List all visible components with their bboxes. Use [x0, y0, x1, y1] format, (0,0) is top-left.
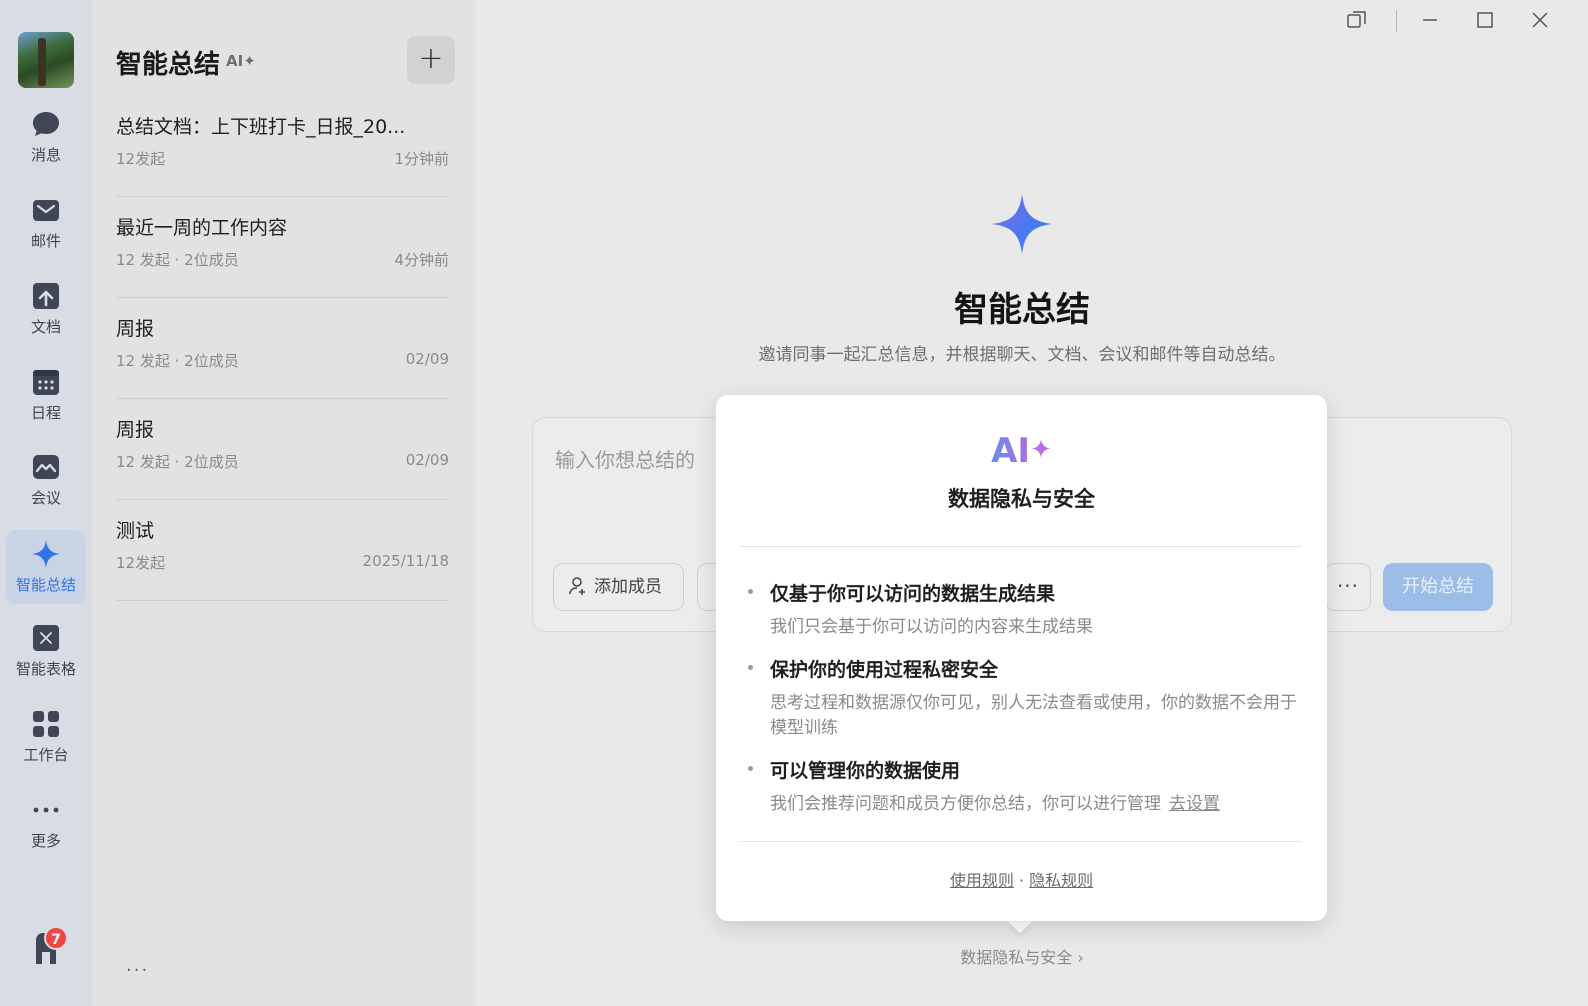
- rail-item-label: 日程: [30, 404, 61, 422]
- minimize-icon[interactable]: [1416, 8, 1444, 32]
- rail-item-label: 智能总结: [15, 576, 76, 594]
- privacy-point-desc: 我们会推荐问题和成员方便你总结，你可以进行管理 去设置: [770, 792, 1308, 817]
- window-controls-divider: [1396, 10, 1397, 32]
- rail-item-label: 消息: [30, 146, 61, 164]
- chat-bubble-icon: [33, 112, 59, 136]
- new-summary-button[interactable]: +: [407, 36, 455, 84]
- page-title: 智能总结: [954, 290, 1090, 330]
- app-rail: 消息 邮件 文档 日程 会议 智能总结 智能表格 工作台 更多 7: [0, 0, 92, 1006]
- rail-item-meeting[interactable]: 会议: [6, 443, 86, 517]
- divider: [740, 546, 1302, 547]
- list-item-meta: 12发起: [116, 150, 166, 168]
- ai-logo: AI✦: [716, 431, 1327, 471]
- list-item[interactable]: 总结文档：上下班打卡_日报_20... 12发起 1分钟前: [116, 96, 449, 197]
- privacy-point-desc: 思考过程和数据源仅你可见，别人无法查看或使用，你的数据不会用于模型训练: [770, 693, 1297, 738]
- workbench-icon: [33, 711, 59, 737]
- popover-footer: 使用规则 · 隐私规则: [716, 867, 1327, 891]
- rail-item-label: 文档: [30, 318, 61, 336]
- mail-icon: [33, 200, 59, 221]
- notification-badge: 7: [44, 926, 68, 950]
- maximize-icon[interactable]: [1471, 8, 1499, 32]
- go-settings-link[interactable]: 去设置: [1169, 794, 1220, 814]
- sparkle-icon: [32, 540, 60, 568]
- divider: [740, 841, 1302, 842]
- list-item-meta: 12 发起 · 2位成员: [116, 352, 239, 370]
- more-options-button[interactable]: ···: [1325, 563, 1371, 611]
- ai-badge: AI✦: [226, 52, 256, 70]
- list-item-title: 最近一周的工作内容: [116, 217, 288, 239]
- list-item[interactable]: 周报 12 发起 · 2位成员 02/09: [116, 298, 449, 399]
- popout-icon[interactable]: [1342, 8, 1370, 32]
- list-item[interactable]: 最近一周的工作内容 12 发起 · 2位成员 4分钟前: [116, 197, 449, 298]
- rail-item-label: 工作台: [23, 746, 69, 764]
- rail-item-more[interactable]: 更多: [6, 786, 86, 860]
- list-item-meta: 12 发起 · 2位成员: [116, 251, 239, 269]
- popover-title: 数据隐私与安全: [948, 487, 1095, 511]
- privacy-point-desc-text: 我们会推荐问题和成员方便你总结，你可以进行管理: [770, 794, 1161, 814]
- rail-item-label: 智能表格: [15, 660, 76, 678]
- sparkle-icon: ✦: [1030, 435, 1052, 465]
- page-description: 邀请同事一起汇总信息，并根据聊天、文档、会议和邮件等自动总结。: [758, 345, 1286, 365]
- usage-rules-link[interactable]: 使用规则: [950, 871, 1014, 890]
- summary-list-panel: 智能总结 AI✦ + 总结文档：上下班打卡_日报_20... 12发起 1分钟前…: [92, 0, 476, 1006]
- list-item-title: 总结文档：上下班打卡_日报_20...: [116, 116, 406, 138]
- list-item[interactable]: 测试 12发起 2025/11/18: [116, 500, 449, 601]
- rail-item-mail[interactable]: 邮件: [6, 186, 86, 260]
- sparkle-icon: [992, 194, 1052, 254]
- list-item-meta: 12发起: [116, 554, 166, 572]
- avatar[interactable]: [18, 32, 74, 88]
- list-item-time: 1分钟前: [394, 150, 449, 168]
- list-item-time: 4分钟前: [394, 251, 449, 269]
- more-icon: [33, 807, 59, 813]
- privacy-security-link[interactable]: 数据隐私与安全 ›: [476, 944, 1568, 968]
- summary-input[interactable]: 输入你想总结的: [555, 444, 695, 473]
- add-member-label: 添加成员: [594, 577, 662, 597]
- rail-item-smart-summary[interactable]: 智能总结: [6, 530, 86, 604]
- rail-item-label: 会议: [30, 489, 61, 507]
- privacy-point-desc: 我们只会基于你可以访问的内容来生成结果: [770, 617, 1093, 637]
- rail-item-calendar[interactable]: 日程: [6, 358, 86, 432]
- privacy-point-title: 可以管理你的数据使用: [770, 760, 961, 782]
- rail-item-label: 更多: [30, 832, 61, 850]
- list-item-meta: 12 发起 · 2位成员: [116, 453, 239, 471]
- panel-title: 智能总结: [116, 50, 221, 80]
- start-summary-button[interactable]: 开始总结: [1383, 563, 1493, 611]
- rail-item-docs[interactable]: 文档: [6, 272, 86, 346]
- list-item-title: 测试: [116, 520, 155, 542]
- list-item-title: 周报: [116, 419, 155, 441]
- privacy-popover: AI✦ 数据隐私与安全 仅基于你可以访问的数据生成结果 我们只会基于你可以访问的…: [716, 395, 1327, 921]
- add-member-button[interactable]: 添加成员: [553, 563, 684, 611]
- meeting-icon: [33, 455, 59, 479]
- privacy-point-title: 仅基于你可以访问的数据生成结果: [770, 583, 1056, 605]
- add-user-icon: [569, 577, 585, 595]
- rail-item-messages[interactable]: 消息: [6, 100, 86, 174]
- bullet: [748, 766, 753, 771]
- privacy-point-title: 保护你的使用过程私密安全: [770, 659, 999, 681]
- list-item-title: 周报: [116, 318, 155, 340]
- rail-item-workbench[interactable]: 工作台: [6, 700, 86, 774]
- bullet: [748, 665, 753, 670]
- ai-logo-text: AI: [991, 431, 1031, 471]
- list-item[interactable]: 周报 12 发起 · 2位成员 02/09: [116, 399, 449, 500]
- smart-table-icon: [33, 625, 59, 651]
- document-icon: [33, 283, 59, 309]
- close-icon[interactable]: [1526, 8, 1554, 32]
- rail-item-smart-table[interactable]: 智能表格: [6, 614, 86, 688]
- footer-separator: ·: [1013, 871, 1030, 890]
- list-item-time: 02/09: [405, 350, 449, 368]
- calendar-icon: [33, 370, 59, 395]
- panel-more-button[interactable]: ...: [126, 955, 149, 976]
- rail-item-label: 邮件: [30, 232, 61, 250]
- privacy-rules-link[interactable]: 隐私规则: [1029, 871, 1093, 890]
- list-item-time: 2025/11/18: [362, 552, 449, 570]
- list-item-time: 02/09: [405, 451, 449, 469]
- bullet: [748, 589, 753, 594]
